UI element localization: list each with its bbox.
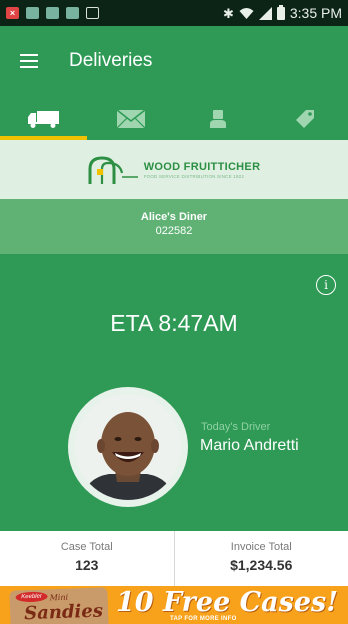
ad-product-name: Sandies: [23, 600, 104, 624]
image-notification-icon: [26, 7, 39, 19]
person-icon: [209, 110, 226, 128]
tab-bar: [0, 98, 348, 140]
driver-name: Mario Andretti: [200, 437, 299, 454]
case-total-value: 123: [75, 557, 99, 573]
promo-banner[interactable]: Keebler Mini Sandies 10 Free Cases! TAP …: [0, 586, 348, 624]
customer-header: Alice's Diner 022582: [0, 199, 348, 254]
app-bar: Deliveries: [0, 26, 348, 98]
hamburger-menu-icon[interactable]: [20, 54, 38, 68]
system-icons: ✱ 3:35 PM: [222, 4, 342, 21]
tab-driver[interactable]: [174, 98, 261, 140]
company-logo: WOOD FRUITTICHER FOOD SERVICE DISTRIBUTI…: [88, 155, 261, 185]
company-tagline: FOOD SERVICE DISTRIBUTION SINCE 1922: [143, 173, 245, 179]
customer-name: Alice's Diner: [140, 211, 208, 223]
page-title: Deliveries: [69, 50, 153, 71]
ad-brand: Keebler: [15, 591, 48, 603]
eta-text: ETA 8:47AM: [110, 310, 238, 336]
image-notification-icon: [46, 7, 59, 19]
tab-promotions[interactable]: [261, 98, 348, 140]
barn-logo-icon: [88, 155, 138, 184]
invoice-total-value: $1,234.56: [230, 557, 293, 573]
gallery-notification-icon: [86, 7, 99, 19]
info-icon[interactable]: i: [316, 275, 336, 295]
clock: 3:35 PM: [289, 5, 342, 21]
notification-icons: ×: [6, 7, 99, 19]
driver-avatar: [68, 387, 188, 507]
bluetooth-icon: ✱: [222, 5, 234, 21]
product-box-image: Keebler Mini Sandies: [9, 587, 109, 624]
totals-bar: Case Total 123 Invoice Total $1,234.56: [0, 531, 348, 586]
company-logo-band: WOOD FRUITTICHER FOOD SERVICE DISTRIBUTI…: [0, 140, 348, 199]
battery-icon: [276, 4, 285, 20]
company-name: WOOD FRUITTICHER: [143, 160, 261, 173]
truck-icon: [27, 111, 59, 128]
driver-label: Today's Driver: [201, 421, 271, 433]
customer-id: 022582: [155, 225, 193, 237]
tab-messages[interactable]: [87, 98, 174, 140]
image-notification-icon: [66, 7, 79, 19]
driver-portrait-icon: [75, 394, 181, 500]
tag-icon: [295, 110, 314, 128]
delivery-panel: i ETA 8:47AM Today's Driver Mario Andret…: [0, 254, 348, 531]
invoice-total-label: Invoice Total: [230, 541, 292, 553]
mail-icon: [116, 109, 145, 129]
ad-headline: 10 Free Cases!: [116, 587, 339, 618]
close-notification-icon: ×: [6, 7, 19, 19]
cell-signal-icon: [258, 6, 272, 20]
wifi-icon: [239, 7, 254, 19]
driver-photo: [75, 394, 181, 500]
status-bar: × ✱ 3:35 PM: [0, 0, 348, 26]
ad-subtext: TAP FOR MORE INFO: [170, 616, 237, 622]
tab-deliveries[interactable]: [0, 98, 87, 140]
case-total-label: Case Total: [60, 541, 113, 553]
case-total: Case Total 123: [0, 531, 174, 586]
invoice-total: Invoice Total $1,234.56: [173, 531, 348, 586]
